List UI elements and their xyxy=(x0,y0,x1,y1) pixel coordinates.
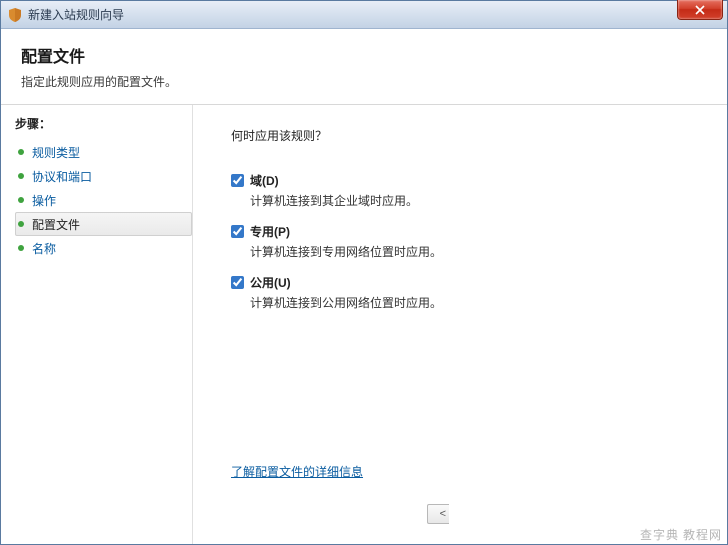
step-profile[interactable]: 配置文件 xyxy=(15,212,192,236)
bullet-icon xyxy=(18,149,24,155)
step-name[interactable]: 名称 xyxy=(15,236,192,260)
close-button[interactable] xyxy=(677,0,723,20)
option-label: 域(D) xyxy=(250,172,279,189)
question-text: 何时应用该规则？ xyxy=(231,127,699,144)
page-subtitle: 指定此规则应用的配置文件。 xyxy=(21,73,707,90)
button-footer: < xyxy=(231,504,699,534)
option-domain: 域(D) 计算机连接到其企业域时应用。 xyxy=(231,172,699,209)
learn-more-link[interactable]: 了解配置文件的详细信息 xyxy=(231,465,363,479)
steps-sidebar: 步骤： 规则类型 协议和端口 操作 配置文件 xyxy=(1,105,193,544)
help-link-area: 了解配置文件的详细信息 xyxy=(231,463,699,480)
main-panel: 何时应用该规则？ 域(D) 计算机连接到其企业域时应用。 专用(P) 计算机连接… xyxy=(193,105,727,544)
bullet-icon xyxy=(18,197,24,203)
step-label: 协议和端口 xyxy=(32,168,92,185)
wizard-window: 新建入站规则向导 配置文件 指定此规则应用的配置文件。 步骤： 规则类型 协议和… xyxy=(0,0,728,545)
bullet-icon xyxy=(18,173,24,179)
step-label: 规则类型 xyxy=(32,144,80,161)
step-label: 配置文件 xyxy=(32,216,80,233)
profile-options: 域(D) 计算机连接到其企业域时应用。 专用(P) 计算机连接到专用网络位置时应… xyxy=(231,172,699,325)
window-title: 新建入站规则向导 xyxy=(28,6,124,23)
wizard-body: 步骤： 规则类型 协议和端口 操作 配置文件 xyxy=(1,105,727,544)
chevron-left-icon: < xyxy=(440,508,446,520)
step-action[interactable]: 操作 xyxy=(15,188,192,212)
option-label: 公用(U) xyxy=(250,274,291,291)
option-public: 公用(U) 计算机连接到公用网络位置时应用。 xyxy=(231,274,699,311)
bullet-icon xyxy=(18,221,24,227)
steps-heading: 步骤： xyxy=(15,115,192,132)
close-icon xyxy=(695,5,705,15)
step-label: 操作 xyxy=(32,192,56,209)
step-label: 名称 xyxy=(32,240,56,257)
firewall-icon xyxy=(7,7,23,23)
checkbox-public[interactable] xyxy=(231,276,244,289)
option-desc: 计算机连接到专用网络位置时应用。 xyxy=(250,243,699,260)
step-rule-type[interactable]: 规则类型 xyxy=(15,140,192,164)
titlebar: 新建入站规则向导 xyxy=(1,1,727,29)
checkbox-domain[interactable] xyxy=(231,174,244,187)
steps-list: 规则类型 协议和端口 操作 配置文件 名称 xyxy=(15,140,192,260)
option-desc: 计算机连接到其企业域时应用。 xyxy=(250,192,699,209)
option-label: 专用(P) xyxy=(250,223,290,240)
back-button[interactable]: < xyxy=(427,504,449,524)
checkbox-private[interactable] xyxy=(231,225,244,238)
option-private: 专用(P) 计算机连接到专用网络位置时应用。 xyxy=(231,223,699,260)
step-protocol-ports[interactable]: 协议和端口 xyxy=(15,164,192,188)
wizard-header: 配置文件 指定此规则应用的配置文件。 xyxy=(1,29,727,105)
page-title: 配置文件 xyxy=(21,43,707,67)
bullet-icon xyxy=(18,245,24,251)
option-desc: 计算机连接到公用网络位置时应用。 xyxy=(250,294,699,311)
